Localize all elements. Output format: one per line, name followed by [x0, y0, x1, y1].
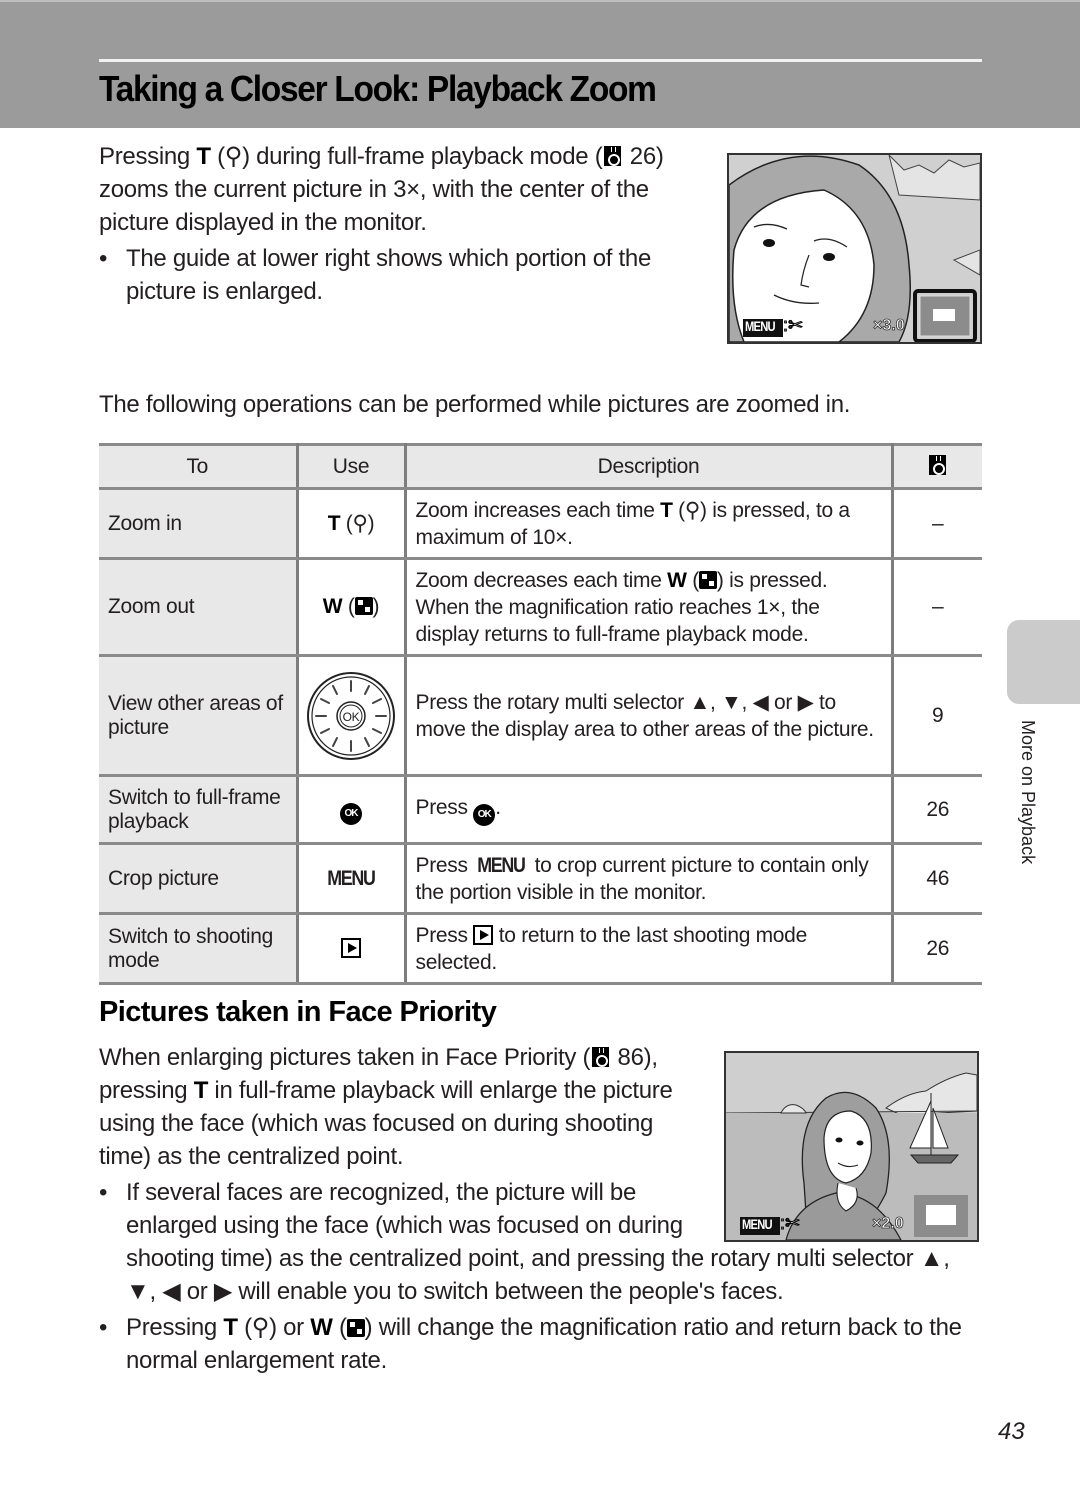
menu-button-label: MENU [477, 853, 526, 877]
ok-button-icon: OK [473, 803, 496, 826]
table-row: Crop picture MENU Press MENU to crop cur… [99, 842, 982, 915]
thumbnail-icon [698, 570, 717, 589]
thumbnail-icon [346, 1319, 365, 1337]
row-description: Press the rotary multi selector ▲, ▼, ◀ … [403, 654, 894, 777]
zoom-readout: ×2.0 [872, 1215, 904, 1233]
playback-button-icon [473, 924, 494, 945]
row-reference: 26 [890, 912, 982, 985]
menu-label: MENU [742, 1216, 773, 1232]
table-row: Switch to shooting mode Press to return … [99, 912, 982, 985]
chapter-tab [1007, 620, 1080, 704]
magnifier-icon: ⚲ [251, 1314, 270, 1341]
row-description: Zoom increases each time T (⚲) is presse… [403, 487, 894, 560]
row-to: Crop picture [99, 842, 299, 915]
rotary-multi-selector-icon: OK [307, 671, 395, 760]
table-row: View other areas of picture OK Press the… [99, 654, 982, 777]
zoom-readout: ×3.0 [873, 317, 905, 335]
operations-table: To Use Description Zoom in T (⚲) Zoom in… [99, 443, 982, 985]
row-to: Switch to full-frame playback [99, 774, 299, 845]
table-row: Zoom out W () Zoom decreases each time W… [99, 557, 982, 657]
reference-icon [592, 1047, 610, 1067]
portrait-closeup-illustration [729, 155, 980, 342]
row-use: MENU [295, 842, 407, 915]
reference-icon [929, 454, 947, 475]
intro-bullet: The guide at lower right shows which por… [99, 242, 699, 308]
svg-text:OK: OK [343, 710, 360, 724]
face-bullet: Pressing T (⚲) or W () will change the m… [99, 1311, 979, 1377]
ok-button-icon: OK [340, 802, 362, 825]
table-row: Zoom in T (⚲) Zoom increases each time T… [99, 487, 982, 560]
row-description: Press to return to the last shooting mod… [403, 912, 894, 985]
table-intro: The following operations can be performe… [99, 391, 851, 418]
scissors-icon: :✂ [782, 315, 804, 336]
header-reference [890, 443, 982, 490]
section-title: Pictures taken in Face Priority [99, 996, 497, 1028]
intro-text: Pressing T (⚲) during full-frame playbac… [99, 140, 699, 308]
row-use [295, 912, 407, 985]
row-reference: 26 [890, 774, 982, 845]
table-header-row: To Use Description [99, 443, 982, 490]
playback-button-icon [341, 937, 361, 958]
thumbnail-icon [354, 597, 373, 615]
table-row: Switch to full-frame playback OK Press O… [99, 774, 982, 845]
row-to: Zoom out [99, 557, 299, 657]
row-to: Switch to shooting mode [99, 912, 299, 985]
page-title: Taking a Closer Look: Playback Zoom [99, 68, 657, 109]
magnifier-icon: ⚲ [684, 498, 700, 522]
row-reference: 9 [890, 654, 982, 777]
face-paragraph: When enlarging pictures taken in Face Pr… [99, 1044, 673, 1170]
row-reference: 46 [890, 842, 982, 915]
header-use: Use [295, 443, 407, 490]
magnifier-icon: ⚲ [224, 143, 243, 170]
row-use: T (⚲) [295, 487, 407, 560]
header-to: To [99, 443, 299, 490]
header-description: Description [403, 443, 894, 490]
reference-icon [604, 146, 622, 166]
intro-paragraph: Pressing T (⚲) during full-frame playbac… [99, 140, 699, 239]
row-reference: – [890, 487, 982, 560]
scissors-icon: :✂ [779, 1213, 801, 1234]
tele-key: T [196, 143, 211, 170]
page-number: 43 [998, 1418, 1025, 1445]
row-to: View other areas of picture [99, 654, 299, 777]
row-description: Zoom decreases each time W () is pressed… [403, 557, 894, 657]
row-to: Zoom in [99, 487, 299, 560]
face-priority-screen-illustration: MENU :✂ ×2.0 [724, 1051, 979, 1242]
menu-label: MENU [745, 318, 776, 334]
row-reference: – [890, 557, 982, 657]
row-use: OK [295, 774, 407, 845]
header-rule [99, 59, 982, 62]
row-use: W () [295, 557, 407, 657]
intro-bullets: The guide at lower right shows which por… [99, 242, 699, 308]
row-description: Press OK. [403, 774, 894, 845]
menu-button-label: MENU [327, 866, 376, 890]
row-use: OK [295, 654, 407, 777]
magnifier-icon: ⚲ [352, 512, 368, 535]
chapter-label: More on Playback [1018, 720, 1038, 865]
zoom-screen-illustration: MENU :✂ ×3.0 [727, 153, 982, 344]
portrait-with-sailboat-illustration [726, 1053, 977, 1240]
row-description: Press MENU to crop current picture to co… [403, 842, 894, 915]
